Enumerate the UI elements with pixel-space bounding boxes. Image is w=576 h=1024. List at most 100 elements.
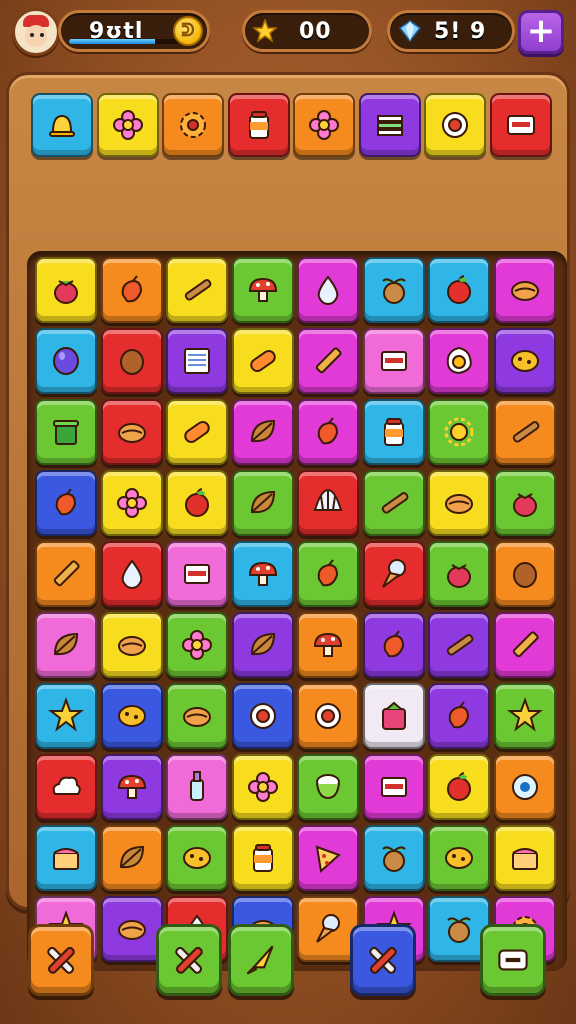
grid-tile[interactable] [35,328,97,394]
grid-tile[interactable] [166,399,228,465]
grid-tile[interactable] [35,754,97,820]
grid-tile[interactable] [493,541,556,607]
grid-tile[interactable] [231,470,294,536]
grid-tile[interactable] [100,541,163,607]
grid-tile[interactable] [166,612,228,678]
bean-icon [53,347,79,375]
shuffle-button[interactable] [28,924,94,996]
grid-tile[interactable] [100,399,163,465]
grid-tile[interactable] [428,683,490,749]
cake-icon [511,848,538,870]
grid-tile[interactable] [35,257,97,323]
grid-tile[interactable] [166,754,228,820]
grid-tile[interactable] [166,328,228,394]
grid-tile[interactable] [297,754,359,820]
grid-tile[interactable] [166,825,228,891]
grid-tile[interactable] [166,470,228,536]
grid-tile[interactable] [493,825,556,891]
grid-tile[interactable] [493,257,556,323]
swap-button[interactable] [350,924,416,996]
goal-tile [489,93,552,157]
grid-tile[interactable] [362,754,425,820]
grid-tile[interactable] [428,541,490,607]
grid-tile[interactable] [35,825,97,891]
grid-tile[interactable] [493,328,556,394]
grid-tile[interactable] [362,825,425,891]
grid-tile[interactable] [297,683,359,749]
grid-tile[interactable] [100,683,163,749]
grid-tile[interactable] [362,541,425,607]
add-gems-button[interactable]: + [518,10,564,54]
grid-tile[interactable] [166,257,228,323]
player-avatar[interactable] [12,8,60,56]
goal-tile [293,93,355,157]
star-icon [48,697,84,732]
score-pill: 9ʊtl ᕲ [58,10,210,52]
grid-tile[interactable] [100,257,163,323]
grid-tile[interactable] [231,754,294,820]
grid-tile[interactable] [231,257,294,323]
grid-tile[interactable] [35,541,97,607]
grid-tile[interactable] [166,541,228,607]
grid-tile[interactable] [297,399,359,465]
grid-tile[interactable] [100,470,163,536]
grid-tile[interactable] [362,257,425,323]
grid-tile[interactable] [428,470,490,536]
sun-icon [444,417,474,447]
grid-tile[interactable] [35,612,97,678]
grid-tile[interactable] [362,399,425,465]
grid-tile[interactable] [166,683,228,749]
pizza-icon [315,845,341,873]
grid-tile[interactable] [493,612,556,678]
grid-tile[interactable] [35,683,97,749]
jar-icon [252,844,273,872]
grid-tile[interactable] [297,328,359,394]
grid-tile[interactable] [297,257,359,323]
stick-icon [381,492,408,514]
grid-tile[interactable] [493,754,556,820]
hammer-button[interactable] [156,924,222,996]
grid-tile[interactable] [231,399,294,465]
grid-tile[interactable] [362,683,425,749]
grid-tile[interactable] [428,257,490,323]
grid-tile[interactable] [493,683,556,749]
rocket-button[interactable] [228,924,294,996]
grid-tile[interactable] [493,399,556,465]
grid-tile[interactable] [100,612,163,678]
coin-icon[interactable]: ᕲ [173,16,203,46]
grid-tile[interactable] [362,328,425,394]
grid-tile[interactable] [428,399,490,465]
grid-tile[interactable] [297,612,359,678]
grid-tile[interactable] [231,825,294,891]
grid-tile[interactable] [100,825,163,891]
grid-tile[interactable] [231,328,294,394]
grid-tile[interactable] [100,328,163,394]
grid-tile[interactable] [35,470,97,536]
bin-icon [53,420,79,445]
grid-tile[interactable] [428,825,490,891]
grid-tile[interactable] [362,470,425,536]
grid-tile[interactable] [428,754,490,820]
grid-tile[interactable] [231,683,294,749]
cookie-icon [183,847,211,869]
grid-tile[interactable] [100,896,163,962]
cookie-icon [510,350,539,372]
menu-button[interactable] [480,924,546,996]
grid-tile[interactable] [231,612,294,678]
grid-tile[interactable] [35,399,97,465]
grid-tile[interactable] [231,541,294,607]
fruit-icon [381,846,406,872]
grid-tile[interactable] [428,612,490,678]
pencil-icon [512,631,539,658]
grid-tile[interactable] [297,541,359,607]
grid-tile[interactable] [100,754,163,820]
grid-tile[interactable] [362,612,425,678]
mushroom-icon [313,632,343,657]
leaf-icon [250,419,275,443]
grid-tile[interactable] [297,825,359,891]
grid-tile[interactable] [493,470,556,536]
grid-tile[interactable] [428,328,490,394]
grid-tile[interactable] [297,470,359,536]
eye-icon [511,774,538,800]
goal-tile [424,93,486,157]
